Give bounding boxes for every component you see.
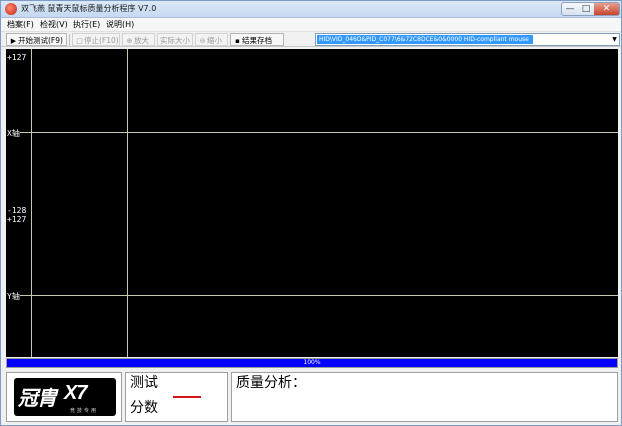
logo-subtitle: 竞技专用 bbox=[70, 408, 99, 414]
x-panel-left-axis bbox=[31, 49, 32, 212]
menu-view[interactable]: 检视(V) bbox=[40, 19, 68, 30]
y-panel-center-line bbox=[6, 295, 618, 296]
logo-panel: 冠胄 X7 竞技专用 bbox=[6, 372, 122, 422]
save-icon: ▪ bbox=[235, 37, 240, 45]
chevron-down-icon[interactable]: ▼ bbox=[610, 34, 619, 45]
y-axis-label: Y轴 bbox=[6, 292, 20, 301]
stop-label: 停止(F10) bbox=[84, 36, 119, 45]
start-test-button[interactable]: ▶ 开始测试(F9) bbox=[6, 33, 67, 46]
logo-brand-cn: 冠胄 bbox=[18, 386, 57, 410]
bottom-panel: 冠胄 X7 竞技专用 测试 分数 质量分析： bbox=[6, 369, 618, 424]
close-button[interactable]: ✕ bbox=[594, 2, 620, 16]
toolbar: ▶ 开始测试(F9) □停止(F10) ⊕ 放大 实际大小 ⊖ 缩小 ▪ 结果存档 HI… bbox=[1, 31, 621, 47]
save-result-button[interactable]: ▪ 结果存档 bbox=[230, 33, 284, 46]
title-bar[interactable]: 双飞燕 鼠青天鼠标质量分析程序 V7.0 — □ ✕ bbox=[1, 1, 621, 18]
brand-logo: 冠胄 X7 竞技专用 bbox=[14, 378, 116, 416]
stop-icon: □ bbox=[76, 37, 83, 45]
zoom-in-icon: ⊕ bbox=[126, 37, 133, 45]
y-axis-max-label: +127 bbox=[6, 215, 27, 224]
menu-file[interactable]: 档案(F) bbox=[7, 19, 34, 30]
zoom-out-label: 缩小 bbox=[207, 36, 222, 45]
x-axis-min-label: -128 bbox=[6, 206, 27, 215]
play-icon: ▶ bbox=[10, 37, 17, 45]
score-panel: 测试 分数 bbox=[125, 372, 228, 422]
actual-size-label: 实际大小 bbox=[160, 36, 190, 45]
actual-size-button[interactable]: 实际大小 bbox=[157, 33, 193, 46]
x-panel-center-line bbox=[6, 132, 618, 133]
logo-brand-en: X7 bbox=[64, 382, 87, 404]
quality-analysis-panel: 质量分析： bbox=[231, 372, 618, 422]
x-axis-panel: +127 X轴 -128 bbox=[6, 49, 618, 215]
progress-bar: 100% bbox=[6, 358, 618, 368]
menu-help[interactable]: 说明(H) bbox=[106, 19, 134, 30]
main-window: 双飞燕 鼠青天鼠标质量分析程序 V7.0 — □ ✕ 档案(F) 检视(V) 执… bbox=[0, 0, 622, 426]
zoom-out-icon: ⊖ bbox=[199, 37, 206, 45]
minimize-button[interactable]: — bbox=[561, 2, 579, 16]
zoom-in-label: 放大 bbox=[134, 36, 149, 45]
stop-button[interactable]: □停止(F10) bbox=[72, 33, 120, 46]
x-panel-vertical-gridline bbox=[127, 49, 128, 212]
zoom-out-button[interactable]: ⊖ 缩小 bbox=[195, 33, 228, 46]
progress-text: 100% bbox=[303, 359, 321, 366]
save-result-label: 结果存档 bbox=[242, 36, 272, 45]
y-panel-vertical-gridline bbox=[127, 212, 128, 357]
x-axis-max-label: +127 bbox=[6, 53, 27, 62]
toolbar-separator bbox=[69, 34, 70, 46]
app-icon bbox=[5, 3, 17, 15]
signal-plot: +127 X轴 -128 +127 Y轴 bbox=[6, 49, 618, 357]
score-label-line1: 测试 bbox=[130, 375, 158, 391]
zoom-in-button[interactable]: ⊕ 放大 bbox=[122, 33, 155, 46]
quality-analysis-label: 质量分析： bbox=[236, 375, 306, 391]
x-axis-label: X轴 bbox=[6, 129, 20, 138]
score-label-line2: 分数 bbox=[130, 400, 158, 416]
menu-execute[interactable]: 执行(E) bbox=[73, 19, 100, 30]
score-value-dash bbox=[173, 396, 201, 398]
window-title: 双飞燕 鼠青天鼠标质量分析程序 V7.0 bbox=[21, 4, 157, 13]
device-select-value: HID\VID_046D&PID_C077\6&72C8DCE&0&0000 H… bbox=[317, 35, 533, 44]
device-select[interactable]: HID\VID_046D&PID_C077\6&72C8DCE&0&0000 H… bbox=[315, 33, 620, 46]
y-panel-left-axis bbox=[31, 212, 32, 357]
menu-bar: 档案(F) 检视(V) 执行(E) 说明(H) bbox=[1, 18, 621, 31]
start-test-label: 开始测试(F9) bbox=[18, 36, 63, 45]
y-axis-panel: +127 Y轴 bbox=[6, 212, 618, 357]
maximize-button[interactable]: □ bbox=[578, 2, 595, 16]
